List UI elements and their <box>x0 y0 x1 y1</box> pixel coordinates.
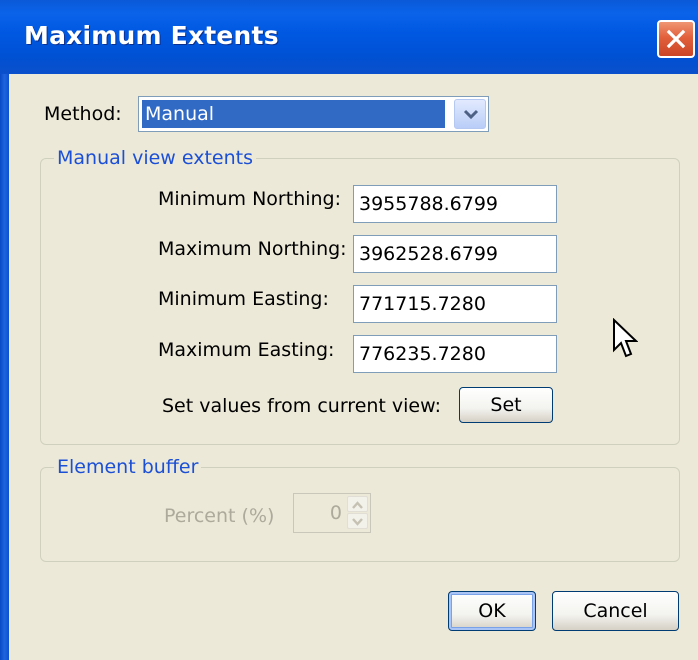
method-selected-value: Manual <box>142 100 445 128</box>
spin-up-icon <box>352 501 363 509</box>
method-select[interactable]: Manual <box>138 96 489 132</box>
percent-label: Percent (%) <box>164 505 275 527</box>
ok-button[interactable]: OK <box>448 591 536 631</box>
method-dropdown-button[interactable] <box>454 99 486 129</box>
spinner-arrows <box>347 496 368 530</box>
max-northing-label: Maximum Northing: <box>158 238 347 260</box>
min-easting-label: Minimum Easting: <box>158 288 329 310</box>
manual-extents-legend: Manual view extents <box>54 147 257 169</box>
set-values-label: Set values from current view: <box>162 395 442 417</box>
min-northing-label: Minimum Northing: <box>158 188 342 210</box>
chevron-down-icon <box>463 109 479 120</box>
close-button[interactable] <box>657 20 695 58</box>
percent-spinner[interactable]: 0 <box>293 493 371 533</box>
title-bar[interactable]: Maximum Extents <box>0 0 698 74</box>
element-buffer-legend: Element buffer <box>54 456 202 478</box>
max-easting-field[interactable]: 776235.7280 <box>353 335 557 373</box>
max-northing-field[interactable]: 3962528.6799 <box>353 235 557 273</box>
set-button[interactable]: Set <box>459 387 553 423</box>
method-label: Method: <box>44 103 122 125</box>
percent-value: 0 <box>329 502 342 524</box>
dialog-window: Maximum Extents Method: Manual Manual vi… <box>0 0 698 660</box>
min-northing-field[interactable]: 3955788.6799 <box>353 185 557 223</box>
min-easting-field[interactable]: 771715.7280 <box>353 285 557 323</box>
spin-up-button[interactable] <box>347 496 368 512</box>
max-easting-label: Maximum Easting: <box>158 339 335 361</box>
cancel-button[interactable]: Cancel <box>552 591 679 631</box>
dialog-title: Maximum Extents <box>24 21 279 50</box>
mouse-cursor-icon <box>613 318 638 358</box>
close-icon <box>666 29 686 49</box>
spin-down-icon <box>352 518 363 526</box>
spin-down-button[interactable] <box>347 513 368 529</box>
window-frame-left <box>0 74 9 660</box>
